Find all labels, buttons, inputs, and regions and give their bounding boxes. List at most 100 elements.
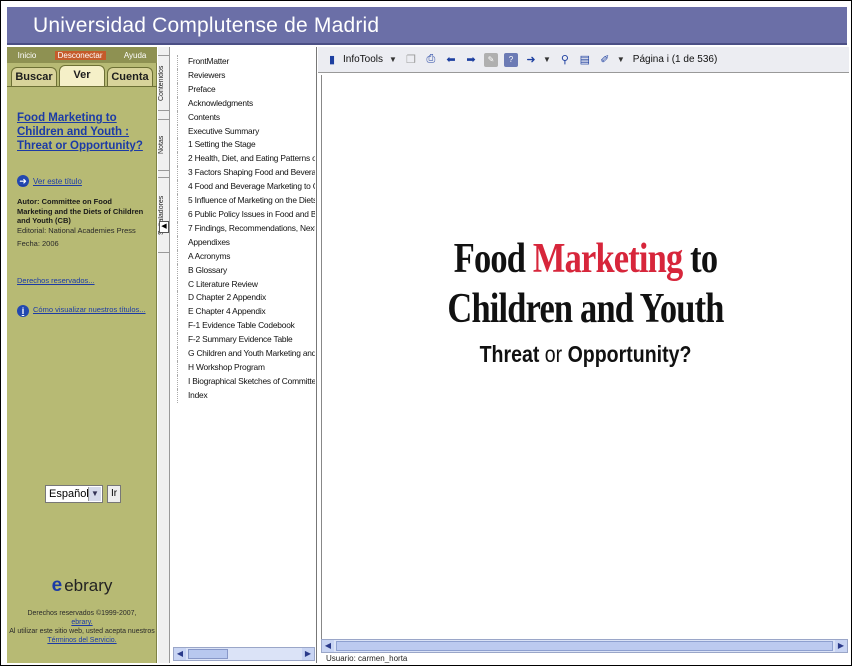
rights-link[interactable]: Derechos reservados... (17, 276, 95, 285)
toc-panel: FrontMatter Reviewers Preface Acknowledgmen… (171, 47, 317, 663)
infotools-dropdown-icon[interactable]: ▼ (389, 55, 397, 64)
top-nav: Inicio Desconectar Ayuda (7, 47, 157, 63)
cover-line-3: Threat or Opportunity? (479, 341, 692, 367)
reader-horizontal-scrollbar[interactable]: ◀ ▶ (321, 639, 848, 653)
cover-line-2: Children and Youth (447, 286, 724, 332)
help-icon[interactable]: ? (503, 52, 518, 67)
vertical-tab-strip: Contenidos Notas Señaladores ◀ (158, 47, 170, 663)
tab-divider (7, 86, 157, 87)
tab-buscar[interactable]: Buscar (11, 67, 57, 87)
toc-item[interactable]: 2 Health, Diet, and Eating Patterns of C (177, 152, 315, 167)
book-author: Autor: Committee on Food Marketing and t… (17, 197, 144, 225)
book-cover: Food Marketing to Children and Youth Thr… (322, 235, 849, 368)
language-go-button[interactable]: Ir (107, 485, 121, 503)
pen-icon[interactable]: ✐ (598, 53, 612, 67)
reader-toolbar: ▮ InfoTools ▼ ❐ ⎙ ⬅ ➡ ✎ ? ➜ ▼ ⚲ ▤ ✐ ▼ Pá… (318, 47, 849, 73)
toc-item[interactable]: E Chapter 4 Appendix (177, 305, 315, 320)
nav-desconectar[interactable]: Desconectar (54, 50, 106, 60)
book-meta: Autor: Committee on Food Marketing and t… (17, 197, 149, 249)
toc-item[interactable]: C Literature Review (177, 277, 315, 292)
chevron-down-icon: ▼ (88, 487, 101, 501)
howto-link[interactable]: i Cómo visualizar nuestros títulos... (17, 305, 147, 317)
scroll-thumb[interactable] (336, 641, 833, 651)
left-sidebar: Inicio Desconectar Ayuda Buscar Ver Cuen… (7, 47, 157, 663)
ebrary-e-icon: e (51, 575, 63, 596)
language-selector: Español ▼ Ir (45, 485, 121, 503)
language-selected: Español (49, 488, 89, 500)
infotools-label[interactable]: InfoTools (343, 54, 383, 65)
toc-item[interactable]: A Acronyms (177, 249, 315, 264)
nav-ayuda[interactable]: Ayuda (121, 51, 150, 60)
toc-item[interactable]: 6 Public Policy Issues in Food and Bever (177, 207, 315, 222)
scroll-right-icon[interactable]: ▶ (302, 648, 314, 660)
book-title-link[interactable]: Food Marketing to Children and Youth : T… (17, 111, 147, 153)
terms-link[interactable]: Términos del Servicio. (47, 637, 116, 644)
infotools-icon[interactable]: ▮ (325, 53, 339, 67)
scroll-thumb[interactable] (188, 649, 228, 659)
toc-item[interactable]: F-2 Summary Evidence Table (177, 333, 315, 348)
toc-item[interactable]: 5 Influence of Marketing on the Diets ar (177, 194, 315, 208)
toc-item[interactable]: I Biographical Sketches of Committee Me (177, 374, 315, 389)
ebrary-footer: e ebrary Derechos reservados ©1999-2007,… (7, 575, 157, 645)
toc-item[interactable]: G Children and Youth Marketing and Adv (177, 347, 315, 361)
toc-item[interactable]: H Workshop Program (177, 360, 315, 375)
highlight-icon[interactable]: ✎ (483, 52, 498, 67)
book-date: Fecha: 2006 (17, 239, 59, 248)
language-select[interactable]: Español ▼ (45, 485, 103, 503)
back-arrow-icon[interactable]: ⬅ (444, 53, 458, 67)
scroll-left-icon[interactable]: ◀ (174, 648, 186, 660)
tab-cuenta[interactable]: Cuenta (107, 67, 153, 87)
zoom-icon[interactable]: ⚲ (558, 53, 572, 67)
view-title-label: Ver este título (33, 176, 82, 186)
goto-icon[interactable]: ➜ (524, 53, 538, 67)
toc-item[interactable]: Contents (177, 110, 315, 125)
toc-item[interactable]: D Chapter 2 Appendix (177, 291, 315, 306)
toc-list: FrontMatter Reviewers Preface Acknowledgmen… (177, 55, 315, 403)
toc-item[interactable]: Executive Summary (177, 124, 315, 139)
toc-horizontal-scrollbar[interactable]: ◀ ▶ (173, 647, 315, 661)
status-user: Usuario: carmen_horta (326, 654, 408, 663)
toc-item[interactable]: Reviewers (177, 68, 315, 83)
toc-item[interactable]: 1 Setting the Stage (177, 138, 315, 153)
toc-item[interactable]: Appendixes (177, 235, 315, 250)
nav-inicio[interactable]: Inicio (15, 51, 40, 60)
reader-pane: ▮ InfoTools ▼ ❐ ⎙ ⬅ ➡ ✎ ? ➜ ▼ ⚲ ▤ ✐ ▼ Pá… (318, 47, 849, 663)
site-header: Universidad Complutense de Madrid (7, 7, 847, 45)
scroll-left-icon[interactable]: ◀ (322, 640, 334, 652)
toc-item[interactable]: B Glossary (177, 263, 315, 278)
toc-item[interactable]: Index (177, 388, 315, 403)
scroll-right-icon[interactable]: ▶ (835, 640, 847, 652)
usage-text: Al utilizar este sitio web, usted acepta… (9, 628, 155, 635)
goto-dropdown-icon[interactable]: ▼ (543, 55, 551, 64)
copy-icon[interactable]: ❐ (404, 53, 418, 67)
tab-ver[interactable]: Ver (59, 65, 105, 87)
info-icon: i (17, 305, 29, 317)
page-view[interactable]: Food Marketing to Children and Youth Thr… (321, 75, 848, 639)
tab-senaladores[interactable]: Señaladores (158, 177, 170, 253)
print-icon[interactable]: ⎙ (424, 53, 438, 67)
toc-item[interactable]: 3 Factors Shaping Food and Beverage C (177, 166, 315, 181)
arrow-right-icon: ➜ (17, 175, 29, 187)
forward-arrow-icon[interactable]: ➡ (464, 53, 478, 67)
toc-item[interactable]: 7 Findings, Recommendations, Next Ste (177, 221, 315, 236)
pen-dropdown-icon[interactable]: ▼ (617, 55, 625, 64)
toc-item[interactable]: Preface (177, 82, 315, 97)
tab-contenidos[interactable]: Contenidos (158, 55, 170, 111)
site-title: Universidad Complutense de Madrid (33, 14, 380, 37)
view-title-link[interactable]: ➜ Ver este título (17, 175, 82, 187)
ebrary-logo[interactable]: e ebrary (7, 575, 157, 597)
bookmark-icon[interactable]: ▤ (578, 53, 592, 67)
book-publisher: Editorial: National Academies Press (17, 225, 136, 235)
ebrary-link[interactable]: ebrary. (71, 619, 92, 626)
toc-item[interactable]: 4 Food and Beverage Marketing to Child (177, 180, 315, 195)
collapse-panel-icon[interactable]: ◀ (159, 221, 169, 233)
cover-line-1: Food Marketing to (453, 236, 718, 282)
page-indicator: Página i (1 de 536) (632, 54, 718, 65)
app-window: Universidad Complutense de Madrid Inicio… (0, 0, 852, 666)
tab-notas[interactable]: Notas (158, 119, 170, 171)
footer-text: Derechos reservados ©1999-2007, ebrary. … (7, 609, 157, 645)
toc-item[interactable]: FrontMatter (177, 55, 315, 69)
toc-item[interactable]: Acknowledgments (177, 96, 315, 111)
toc-item[interactable]: F-1 Evidence Table Codebook (177, 319, 315, 334)
howto-label: Cómo visualizar nuestros títulos... (33, 305, 146, 314)
